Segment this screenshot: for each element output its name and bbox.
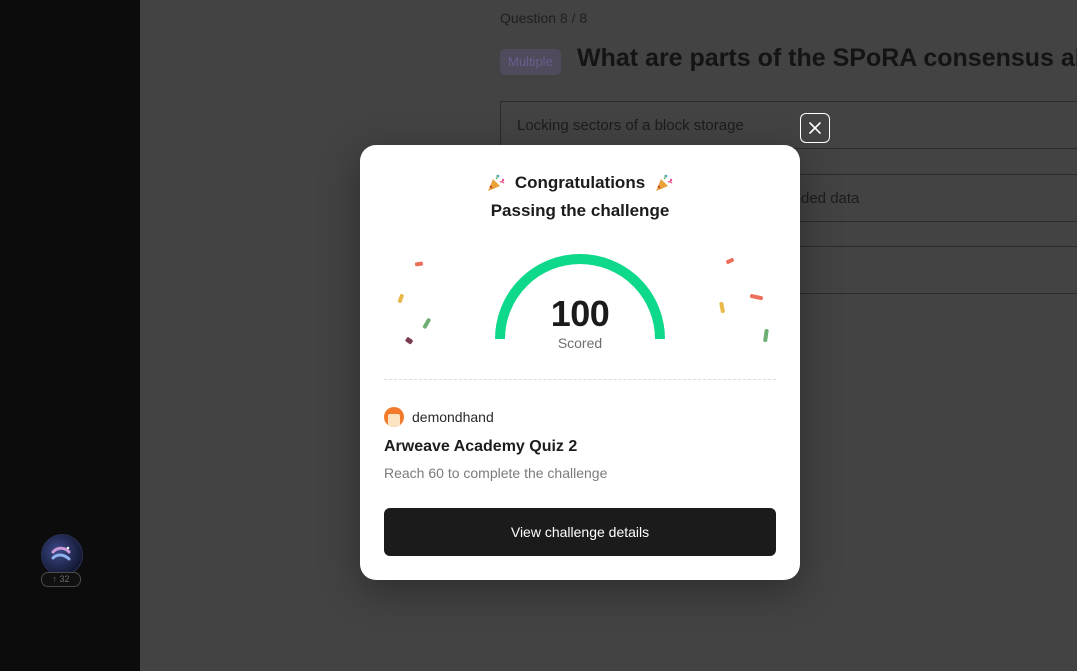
points-badge: ↑ 32 <box>41 572 81 587</box>
modal-subtitle: Passing the challenge <box>490 201 670 220</box>
challenge-title: Arweave Academy Quiz 2 <box>384 438 578 455</box>
user-row: demondhand <box>384 407 494 427</box>
confetti-piece <box>719 301 725 314</box>
confetti-piece <box>726 257 734 265</box>
question-type-tag: Multiple <box>500 49 561 75</box>
score-label: Scored <box>557 335 603 351</box>
view-challenge-details-button[interactable]: View challenge details <box>384 508 776 556</box>
divider <box>384 379 776 380</box>
confetti-piece <box>749 294 763 301</box>
congratulations-modal: Congratulations Passing the challenge 10… <box>360 145 800 580</box>
avatar <box>384 407 404 427</box>
question-counter: Question 8 / 8 <box>500 10 588 26</box>
congrats-heading: Congratulations <box>360 171 800 195</box>
score-value: 100 <box>550 293 610 334</box>
close-modal-button[interactable] <box>800 113 830 143</box>
confetti-piece <box>414 261 424 267</box>
confetti-piece <box>763 328 769 343</box>
left-sidebar: ↑ 32 <box>0 0 140 671</box>
confetti-piece <box>397 293 404 303</box>
close-icon <box>809 122 821 134</box>
question-title: What are parts of the SPoRA consensus al… <box>577 44 1077 72</box>
confetti-piece <box>405 337 413 345</box>
party-popper-icon <box>656 174 673 191</box>
modal-header: Congratulations Passing the challenge <box>360 171 800 221</box>
app-avatar[interactable] <box>41 534 83 576</box>
swirl-icon <box>51 546 71 561</box>
username: demondhand <box>412 409 494 425</box>
congrats-title: Congratulations <box>514 173 646 192</box>
confetti-piece <box>422 318 431 329</box>
party-popper-icon <box>487 174 505 191</box>
answer-option[interactable]: Locking sectors of a block storage <box>500 101 1077 149</box>
challenge-description: Reach 60 to complete the challenge <box>384 465 608 481</box>
